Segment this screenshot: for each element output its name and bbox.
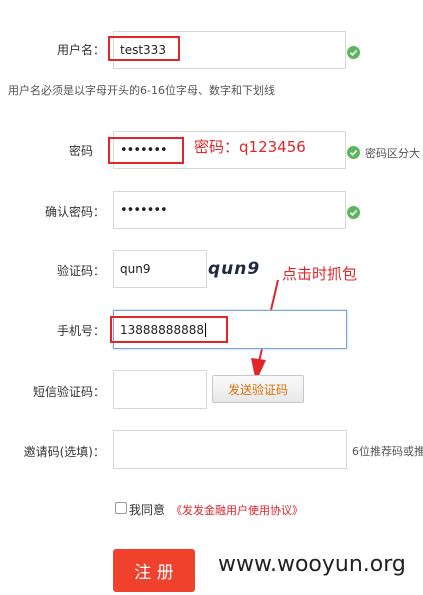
password-highlight-box xyxy=(108,137,184,164)
phone-label: 手机号： xyxy=(56,324,105,338)
invite-code-label: 邀请码(选填)： xyxy=(23,445,105,459)
password-label: 密码 xyxy=(68,144,93,158)
sms-code-input[interactable] xyxy=(113,370,207,409)
username-highlight-box xyxy=(108,36,180,61)
password-valid-icon xyxy=(347,146,360,159)
confirm-password-value: ••••••• xyxy=(120,202,168,218)
watermark-text: www.wooyun.org xyxy=(218,552,406,577)
invite-code-input[interactable] xyxy=(113,430,347,469)
sms-code-label: 短信验证码： xyxy=(32,385,105,399)
agreement-text: 我同意 xyxy=(129,503,166,517)
send-sms-code-button-label: 发送验证码 xyxy=(227,382,288,397)
agreement-checkbox[interactable] xyxy=(115,502,127,514)
username-valid-icon xyxy=(347,46,360,59)
register-button[interactable]: 注 册 xyxy=(113,549,195,592)
register-button-label: 注 册 xyxy=(134,563,174,583)
confirm-password-input[interactable]: ••••••• xyxy=(113,191,346,229)
username-hint: 用户名必须是以字母开头的6-16位字母、数字和下划线 xyxy=(8,84,275,97)
captcha-image[interactable]: qun9 xyxy=(208,259,260,279)
captcha-label: 验证码： xyxy=(56,264,105,278)
confirm-password-label: 确认密码： xyxy=(44,205,105,219)
invite-code-hint: 6位推荐码或推 xyxy=(352,445,423,458)
send-sms-code-button[interactable]: 发送验证码 xyxy=(212,375,304,403)
password-annotation: 密码：q123456 xyxy=(194,138,306,156)
username-label: 用户名： xyxy=(56,43,105,57)
phone-highlight-box xyxy=(110,316,228,343)
password-hint: 密码区分大 xyxy=(365,147,420,160)
captcha-input[interactable]: qun9 xyxy=(113,250,207,288)
captcha-annotation: 点击时抓包 xyxy=(282,265,358,283)
captcha-value: qun9 xyxy=(120,262,151,276)
agreement-link[interactable]: 《发发金融用户使用协议》 xyxy=(171,502,303,518)
confirm-password-valid-icon xyxy=(347,206,360,219)
